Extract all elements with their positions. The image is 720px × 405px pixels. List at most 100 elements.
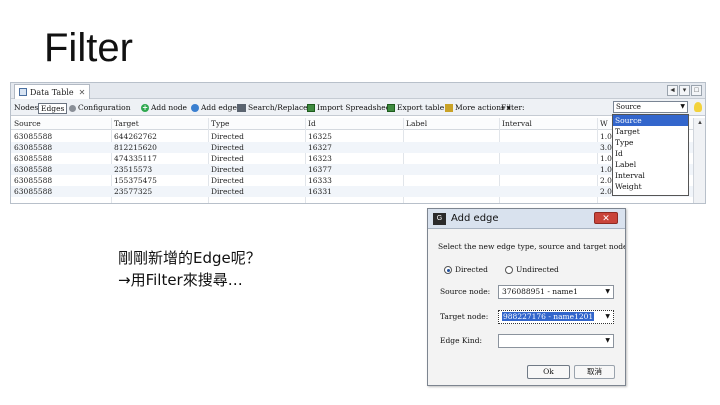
dialog-title: Add edge [451,213,499,224]
table-row[interactable]: 63085588 155375475 Directed 16333 2.0 [11,175,705,186]
vertical-scrollbar[interactable]: ▲ [693,118,705,203]
add-node-button[interactable]: + Add node [141,102,187,114]
caption-line: 剛剛新增的Edge呢？ [118,249,261,267]
export-table-button[interactable]: Export table [387,102,444,114]
cell-source: 63085588 [14,165,53,174]
lightbulb-icon[interactable] [694,102,702,112]
chevron-down-icon: ▼ [605,288,610,295]
dialog-body: Select the new edge type, source and tar… [428,230,625,385]
configuration-button[interactable]: Configuration [69,102,131,114]
scroll-left-button[interactable]: ◄ [667,85,678,96]
dropdown-option[interactable]: Weight [613,181,688,192]
actions-icon [445,104,453,112]
cell-id: 16333 [308,176,332,185]
data-table-toolbar: Nodes Edges Configuration + Add node Add… [11,99,705,116]
column-header[interactable]: Interval [502,119,532,129]
ok-button[interactable]: Ok [527,365,570,379]
cell-weight: 2.0 [600,176,612,185]
edges-label: Edges [38,102,68,114]
tab-data-table[interactable]: Data Table ✕ [14,84,91,99]
cancel-button[interactable]: 取消 [574,365,615,379]
window-buttons: ◄ ▾ □ [667,85,702,96]
close-icon[interactable]: ✕ [79,86,86,99]
dropdown-option[interactable]: Id [613,148,688,159]
column-header[interactable]: Source [14,119,41,129]
cell-weight: 1.0 [600,132,612,141]
search-replace-label: Search/Replace [248,103,308,112]
table-row[interactable]: 63085588 474335117 Directed 16323 1.0 [11,153,705,164]
dropdown-option[interactable]: Target [613,126,688,137]
slide-caption: 剛剛新增的Edge呢？ →用Filter來搜尋… [118,247,261,291]
chevron-down-icon: ▼ [680,103,685,110]
chevron-down-icon: ▼ [605,313,610,320]
export-table-label: Export table [397,103,445,112]
table-header: Source Target Type Id Label Interval W [11,118,705,130]
slide-title: Filter [44,26,133,70]
nodes-toggle[interactable]: Nodes [14,102,38,114]
tab-bar: Data Table ✕ ◄ ▾ □ [11,83,705,99]
cell-target: 155375475 [114,176,157,185]
filter-column-value: Source [616,103,641,111]
undirected-radio[interactable]: Undirected [505,265,559,274]
cell-source: 63085588 [14,154,53,163]
cell-type: Directed [211,176,244,185]
app-icon: G [433,213,446,225]
table-row[interactable]: 63085588 23515573 Directed 16377 1.0 [11,164,705,175]
data-table-panel: Data Table ✕ ◄ ▾ □ Nodes Edges Configura… [10,82,706,204]
search-replace-button[interactable]: Search/Replace [237,102,308,114]
column-header[interactable]: Label [406,119,427,129]
column-header[interactable]: Type [211,119,229,129]
import-spreadsheet-button[interactable]: Import Spreadsheet [307,102,393,114]
target-node-label: Target node: [440,312,489,321]
caption-line: →用Filter來搜尋… [118,271,243,289]
cell-source: 63085588 [14,132,53,141]
column-header[interactable]: W [600,119,608,129]
cell-id: 16323 [308,154,332,163]
slide: Filter Data Table ✕ ◄ ▾ □ Nodes Edges Co… [0,0,720,405]
cell-id: 16325 [308,132,332,141]
tab-label: Data Table [30,87,74,97]
nodes-label: Nodes [14,103,39,112]
table-row[interactable]: 63085588 23577325 Directed 16331 2.0 [11,186,705,197]
table-body: 63085588 644262762 Directed 16325 1.0 63… [11,131,705,197]
filter-column-select[interactable]: Source ▼ [613,101,688,113]
dropdown-option[interactable]: Label [613,159,688,170]
cell-type: Directed [211,143,244,152]
source-node-select[interactable]: 376088951 - name1 ▼ [498,285,614,299]
cell-source: 63085588 [14,176,53,185]
dropdown-option[interactable]: Source [613,115,688,126]
cell-weight: 1.0 [600,154,612,163]
cell-id: 16327 [308,143,332,152]
chevron-up-icon[interactable]: ▲ [697,120,703,126]
table-icon [19,88,27,96]
import-spreadsheet-label: Import Spreadsheet [317,103,394,112]
column-header[interactable]: Target [114,119,139,129]
filter-text: Filter: [501,103,525,112]
add-edge-icon [191,104,199,112]
edge-kind-select[interactable]: ▼ [498,334,614,348]
cell-source: 63085588 [14,187,53,196]
table-row[interactable]: 63085588 644262762 Directed 16325 1.0 [11,131,705,142]
radio-selected-icon [444,265,452,274]
dialog-titlebar[interactable]: G Add edge ✕ [428,209,625,229]
add-edge-dialog: G Add edge ✕ Select the new edge type, s… [427,208,626,386]
column-header[interactable]: Id [308,119,316,129]
tab-list-button[interactable]: ▾ [679,85,690,96]
add-edge-button[interactable]: Add edge [191,102,237,114]
spreadsheet-icon [307,104,315,112]
target-node-select[interactable]: 988227176 - name1201 ▼ [498,310,614,324]
cell-id: 16331 [308,187,332,196]
close-button[interactable]: ✕ [594,212,618,224]
cell-source: 63085588 [14,143,53,152]
cell-type: Directed [211,154,244,163]
cell-weight: 1.0 [600,165,612,174]
dropdown-option[interactable]: Type [613,137,688,148]
maximize-button[interactable]: □ [691,85,702,96]
edge-kind-label: Edge Kind: [440,336,483,345]
table-row[interactable]: 63085588 812215620 Directed 16327 3.0 [11,142,705,153]
directed-radio[interactable]: Directed [444,265,488,274]
dropdown-option[interactable]: Interval [613,170,688,181]
export-spreadsheet-icon [387,104,395,112]
configuration-label: Configuration [78,103,131,112]
edges-toggle[interactable]: Edges [38,102,68,114]
